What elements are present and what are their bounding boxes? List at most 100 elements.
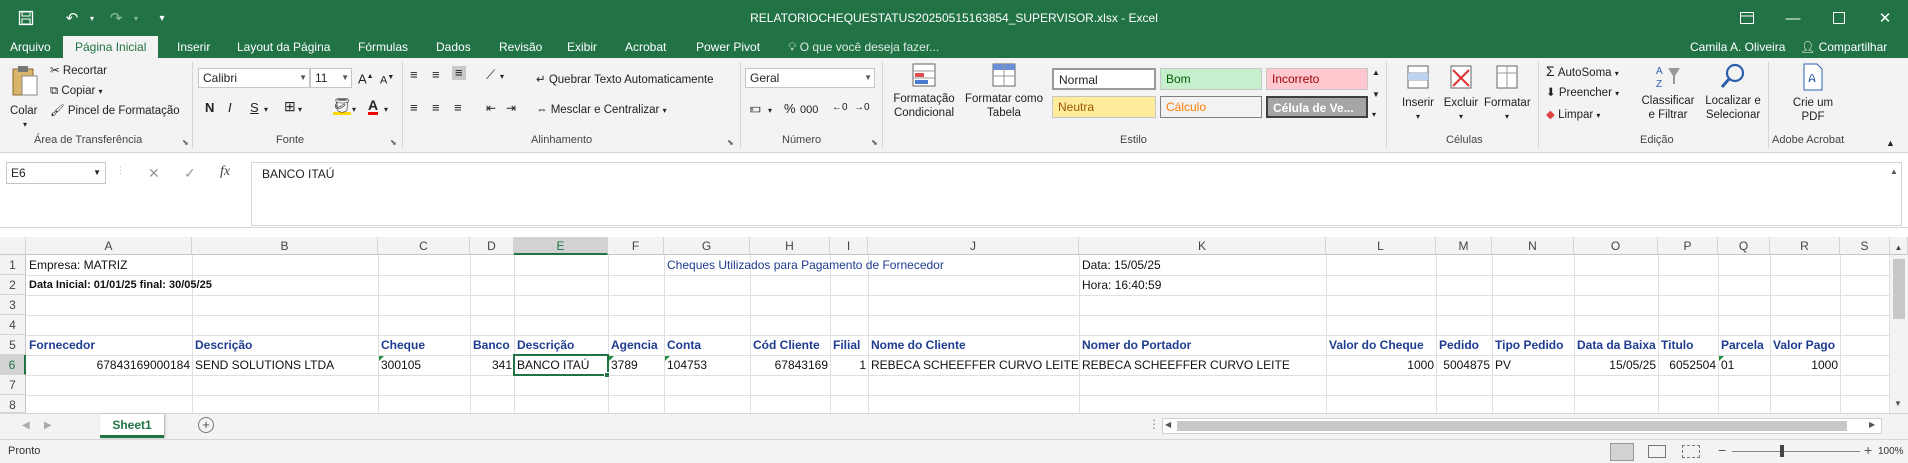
close-icon[interactable]: ✕ [1862, 0, 1908, 36]
header-pedido[interactable]: Pedido [1437, 335, 1481, 355]
style-good[interactable]: Bom [1160, 68, 1262, 90]
fill-button[interactable]: ⬇︎ Preencher ▾ [1546, 86, 1619, 101]
align-bottom-icon[interactable]: ≡ [452, 66, 466, 80]
row-header-6[interactable]: 6 [0, 355, 26, 375]
font-size-combo[interactable]: 11 ▼ [310, 68, 352, 88]
accounting-format-icon[interactable]: 💵︎ [750, 101, 761, 115]
header-parcela[interactable]: Parcela [1719, 335, 1766, 355]
header-descricao-banco[interactable]: Descrição [515, 335, 576, 355]
orientation-dropdown-icon[interactable]: ▾ [500, 70, 504, 84]
header-cheque[interactable]: Cheque [379, 335, 427, 355]
decrease-decimal-icon[interactable]: →0 [854, 101, 870, 115]
vertical-scrollbar[interactable]: ▼ [1890, 255, 1908, 413]
find-select-button[interactable]: Localizar e Selecionar [1700, 62, 1766, 122]
row-header-4[interactable]: 4 [0, 315, 26, 335]
column-header-a[interactable]: A [26, 237, 192, 255]
header-filial[interactable]: Filial [831, 335, 862, 355]
underline-button[interactable]: S [250, 101, 259, 115]
cell-k6[interactable]: REBECA SCHEEFFER CURVO LEITE [1080, 355, 1292, 375]
collapse-ribbon-icon[interactable]: ▲ [1886, 136, 1895, 150]
column-header-j[interactable]: J [868, 237, 1079, 255]
copy-button[interactable]: ⧉ Copiar ▾ [50, 84, 103, 99]
name-box[interactable]: E6 ▼ [6, 162, 106, 184]
select-all-corner[interactable] [0, 237, 26, 255]
header-agencia[interactable]: Agencia [609, 335, 660, 355]
comma-style-button[interactable]: 000 [800, 103, 818, 117]
header-fornecedor[interactable]: Fornecedor [27, 335, 97, 355]
format-painter-button[interactable]: 🖌︎ Pincel de Formatação [50, 104, 180, 118]
align-right-icon[interactable]: ≡ [454, 101, 462, 115]
row-header-5[interactable]: 5 [0, 335, 26, 355]
normal-view-icon[interactable] [1610, 443, 1634, 461]
tab-exibir[interactable]: Exibir [565, 36, 599, 58]
column-header-o[interactable]: O [1574, 237, 1658, 255]
font-launcher-icon[interactable]: ⬊ [390, 138, 397, 147]
cell-e6-selected[interactable]: BANCO ITAÚ [513, 354, 609, 376]
sort-filter-button[interactable]: AZ Classificar e Filtrar [1638, 62, 1698, 122]
align-middle-icon[interactable]: ≡ [432, 68, 440, 82]
tab-acrobat[interactable]: Acrobat [623, 36, 668, 58]
cell-b6[interactable]: SEND SOLUTIONS LTDA [193, 355, 336, 375]
worksheet-grid[interactable]: A B C D E F G H I J K L M N O P Q R S ▲ … [0, 237, 1908, 413]
header-nome-cliente[interactable]: Nome do Cliente [869, 335, 968, 355]
prev-sheet-icon[interactable]: ◀ [22, 420, 30, 431]
error-indicator-icon[interactable] [609, 356, 614, 361]
add-sheet-icon[interactable]: + [198, 417, 214, 433]
column-header-s[interactable]: S [1840, 237, 1890, 255]
style-normal[interactable]: Normal [1052, 68, 1156, 90]
zoom-out-icon[interactable]: − [1718, 442, 1726, 458]
cell-i6[interactable]: 1 [830, 355, 868, 375]
enter-entry-icon[interactable]: ✓ [184, 165, 196, 182]
column-header-k[interactable]: K [1079, 237, 1326, 255]
zoom-slider-thumb[interactable] [1780, 445, 1784, 457]
column-header-l[interactable]: L [1326, 237, 1436, 255]
column-header-q[interactable]: Q [1718, 237, 1770, 255]
header-descricao[interactable]: Descrição [193, 335, 254, 355]
header-valor-cheque[interactable]: Valor do Cheque [1327, 335, 1426, 355]
cell-k2[interactable]: Hora: 16:40:59 [1080, 275, 1163, 295]
accounting-dropdown-icon[interactable]: ▾ [768, 104, 772, 118]
error-indicator-icon[interactable] [1719, 356, 1724, 361]
row-header-3[interactable]: 3 [0, 295, 26, 315]
column-header-c[interactable]: C [378, 237, 470, 255]
zoom-slider-track[interactable] [1732, 451, 1860, 452]
decrease-font-icon[interactable]: A▼ [380, 71, 394, 88]
column-header-p[interactable]: P [1658, 237, 1718, 255]
borders-dropdown-icon[interactable]: ▾ [298, 103, 302, 117]
header-cod-cliente[interactable]: Cód Cliente [751, 335, 822, 355]
column-header-m[interactable]: M [1436, 237, 1492, 255]
clipboard-launcher-icon[interactable]: ⬊ [182, 138, 189, 147]
cell-r6[interactable]: 1000 [1770, 355, 1840, 375]
maximize-icon[interactable] [1816, 0, 1862, 36]
align-center-icon[interactable]: ≡ [432, 101, 440, 115]
align-top-icon[interactable]: ≡ [410, 68, 418, 82]
alignment-launcher-icon[interactable]: ⬊ [727, 138, 734, 147]
expand-formula-bar-icon[interactable]: ▲ [1890, 167, 1898, 176]
cell-c6[interactable]: 300105 [379, 355, 423, 375]
font-name-combo[interactable]: Calibri ▼ [198, 68, 310, 88]
header-titulo[interactable]: Titulo [1659, 335, 1695, 355]
cell-a6[interactable]: 67843169000184 [26, 355, 192, 375]
conditional-formatting-button[interactable]: Formatação Condicional [887, 62, 961, 120]
cell-k1[interactable]: Data: 15/05/25 [1080, 255, 1163, 275]
borders-icon[interactable]: ⊞ [284, 99, 296, 113]
fill-color-icon[interactable]: 🪣︎ [333, 98, 351, 115]
cell-p6[interactable]: 6052504 [1658, 355, 1718, 375]
column-header-i[interactable]: I [830, 237, 868, 255]
header-valor-pago[interactable]: Valor Pago [1771, 335, 1837, 355]
font-color-icon[interactable]: A [368, 98, 379, 115]
page-break-view-icon[interactable] [1682, 445, 1700, 458]
number-format-combo[interactable]: Geral ▼ [745, 68, 875, 88]
zoom-in-icon[interactable]: + [1864, 442, 1872, 458]
column-header-e[interactable]: E [514, 237, 608, 255]
row-header-8[interactable]: 8 [0, 395, 26, 413]
header-nome-portador[interactable]: Nomer do Portador [1080, 335, 1193, 355]
styles-scroll-down-icon[interactable]: ▼ [1372, 88, 1380, 102]
percent-style-button[interactable]: % [784, 102, 796, 116]
scroll-down-icon[interactable]: ▼ [1894, 399, 1902, 408]
style-calculation[interactable]: Cálculo [1160, 96, 1262, 118]
delete-cells-button[interactable]: Excluir ▾ [1440, 62, 1482, 124]
fill-color-dropdown-icon[interactable]: ▾ [352, 103, 356, 117]
cell-o6[interactable]: 15/05/25 [1574, 355, 1658, 375]
increase-font-icon[interactable]: A▲ [358, 70, 374, 86]
